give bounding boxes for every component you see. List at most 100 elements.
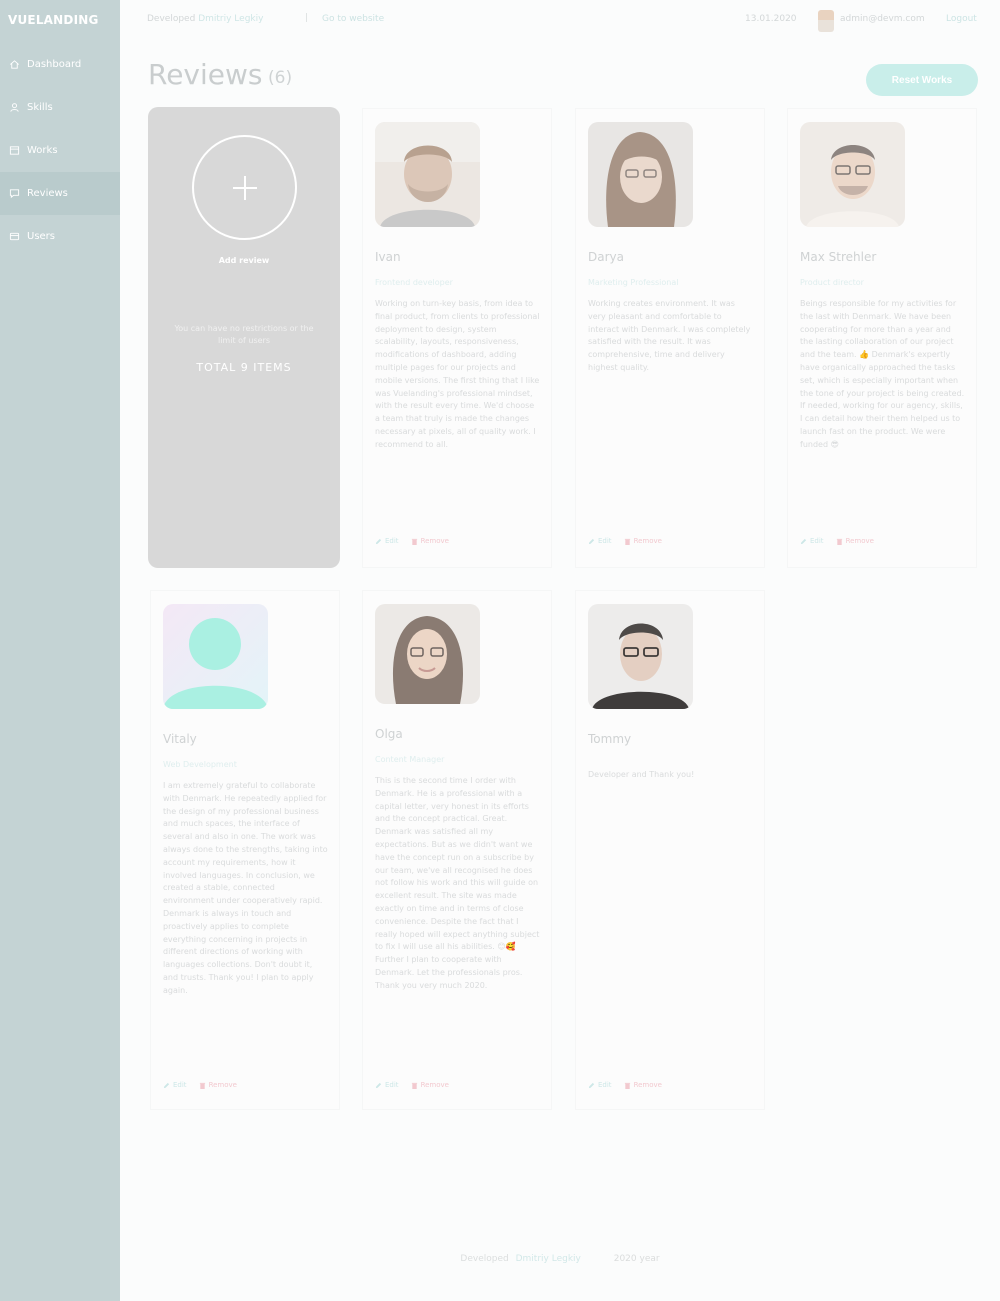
review-card: Vitaly Web Development I am extremely gr…	[150, 590, 340, 1110]
reviewer-photo	[588, 604, 693, 709]
edit-button[interactable]: Edit	[800, 537, 824, 545]
user-email: admin@devm.com	[840, 14, 925, 24]
add-review-hint: You can have no restrictions or the limi…	[174, 324, 314, 345]
reviewer-role: Product director	[800, 278, 864, 287]
edit-button[interactable]: Edit	[163, 1081, 187, 1089]
brand-logo[interactable]: VUELANDING	[8, 13, 99, 27]
trash-icon	[624, 538, 630, 545]
avatar[interactable]	[818, 10, 834, 32]
default-avatar-icon	[163, 604, 268, 709]
reviewer-photo	[375, 122, 480, 227]
sidebar-item-dashboard[interactable]: Dashboard	[0, 43, 120, 86]
remove-label: Remove	[420, 537, 449, 545]
remove-button[interactable]: Remove	[836, 537, 874, 545]
review-card: Darya Marketing Professional Working cre…	[575, 108, 765, 568]
reset-works-button[interactable]: Reset Works	[866, 64, 978, 96]
review-actions: Edit Remove	[588, 1081, 662, 1089]
review-text: Developer and Thank you!	[588, 770, 695, 779]
review-actions: Edit Remove	[800, 537, 874, 545]
reviewer-role: Content Manager	[375, 755, 445, 764]
reviewer-role: Marketing Professional	[588, 278, 679, 287]
pencil-icon	[588, 538, 595, 544]
reviewer-photo	[163, 604, 268, 709]
plus-icon	[232, 175, 257, 200]
remove-button[interactable]: Remove	[411, 537, 449, 545]
remove-label: Remove	[420, 1081, 449, 1089]
pencil-icon	[375, 538, 382, 544]
sidebar-item-label: Dashboard	[27, 59, 82, 70]
remove-label: Remove	[845, 537, 874, 545]
edit-button[interactable]: Edit	[588, 537, 612, 545]
remove-button[interactable]: Remove	[411, 1081, 449, 1089]
home-icon	[8, 59, 20, 71]
reviewer-name: Vitaly	[163, 732, 197, 746]
users-icon	[8, 231, 20, 243]
trash-icon	[411, 538, 417, 545]
folder-icon	[8, 145, 20, 157]
review-card: Olga Content Manager This is the second …	[362, 590, 552, 1110]
edit-label: Edit	[598, 537, 612, 545]
reviewer-name: Olga	[375, 727, 403, 741]
pencil-icon	[800, 538, 807, 544]
reviews-count: (6)	[268, 68, 293, 88]
remove-button[interactable]: Remove	[624, 537, 662, 545]
sidebar-item-skills[interactable]: Skills	[0, 86, 120, 129]
edit-button[interactable]: Edit	[588, 1081, 612, 1089]
review-actions: Edit Remove	[375, 537, 449, 545]
review-text: Beings responsible for my activities for…	[800, 299, 965, 449]
page-title: Reviews	[148, 58, 263, 91]
review-text: Working on turn-key basis, from idea to …	[375, 299, 540, 449]
sidebar-item-label: Reviews	[27, 188, 68, 199]
trash-icon	[836, 538, 842, 545]
remove-button[interactable]: Remove	[624, 1081, 662, 1089]
review-text: I am extremely grateful to collaborate w…	[163, 781, 328, 995]
review-text: Working creates environment. It was very…	[588, 299, 751, 372]
trash-icon	[411, 1082, 417, 1089]
sidebar-item-reviews[interactable]: Reviews	[0, 172, 120, 215]
divider: |	[305, 13, 309, 23]
remove-label: Remove	[633, 1081, 662, 1089]
total-items: TOTAL 9 ITEMS	[196, 361, 292, 374]
developer-credit: Developed Dmitriy Legkiy	[147, 14, 263, 24]
review-actions: Edit Remove	[375, 1081, 449, 1089]
reviewer-photo	[375, 604, 480, 704]
sidebar-nav: Dashboard Skills Works Reviews Users	[0, 43, 120, 258]
add-review-button[interactable]	[192, 135, 297, 240]
sidebar-item-works[interactable]: Works	[0, 129, 120, 172]
sidebar-item-label: Works	[27, 145, 58, 156]
footer-developer-link[interactable]: Dmitriy Legkiy	[516, 1254, 581, 1264]
go-to-website-link[interactable]: Go to website	[322, 14, 384, 24]
credit-prefix: Developed	[147, 14, 196, 24]
sidebar-item-label: Users	[27, 231, 56, 242]
user-icon	[8, 102, 20, 114]
current-date: 13.01.2020	[745, 14, 797, 24]
add-review-label: Add review	[218, 256, 270, 265]
remove-label: Remove	[633, 537, 662, 545]
remove-button[interactable]: Remove	[199, 1081, 237, 1089]
add-review-card[interactable]: Add review You can have no restrictions …	[148, 107, 340, 568]
footer: Developed Dmitriy Legkiy 2020 year	[120, 1254, 1000, 1264]
remove-label: Remove	[208, 1081, 237, 1089]
reviewer-role: Web Development	[163, 760, 237, 769]
sidebar-item-users[interactable]: Users	[0, 215, 120, 258]
trash-icon	[624, 1082, 630, 1089]
developer-link[interactable]: Dmitriy Legkiy	[198, 14, 263, 24]
edit-label: Edit	[810, 537, 824, 545]
reviewer-role: Frontend developer	[375, 278, 453, 287]
review-card: Tommy Developer and Thank you! Edit Remo…	[575, 590, 765, 1110]
review-text: This is the second time I order with Den…	[375, 776, 540, 990]
review-actions: Edit Remove	[163, 1081, 237, 1089]
pencil-icon	[375, 1082, 382, 1088]
trash-icon	[199, 1082, 205, 1089]
reviewer-name: Darya	[588, 250, 624, 264]
edit-button[interactable]: Edit	[375, 537, 399, 545]
reviewer-photo	[588, 122, 693, 227]
review-card: Max Strehler Product director Beings res…	[787, 108, 977, 568]
edit-label: Edit	[385, 1081, 399, 1089]
chat-icon	[8, 188, 20, 200]
pencil-icon	[163, 1082, 170, 1088]
review-actions: Edit Remove	[588, 537, 662, 545]
logout-link[interactable]: Logout	[946, 14, 977, 24]
reviewer-name: Max Strehler	[800, 250, 877, 264]
edit-button[interactable]: Edit	[375, 1081, 399, 1089]
